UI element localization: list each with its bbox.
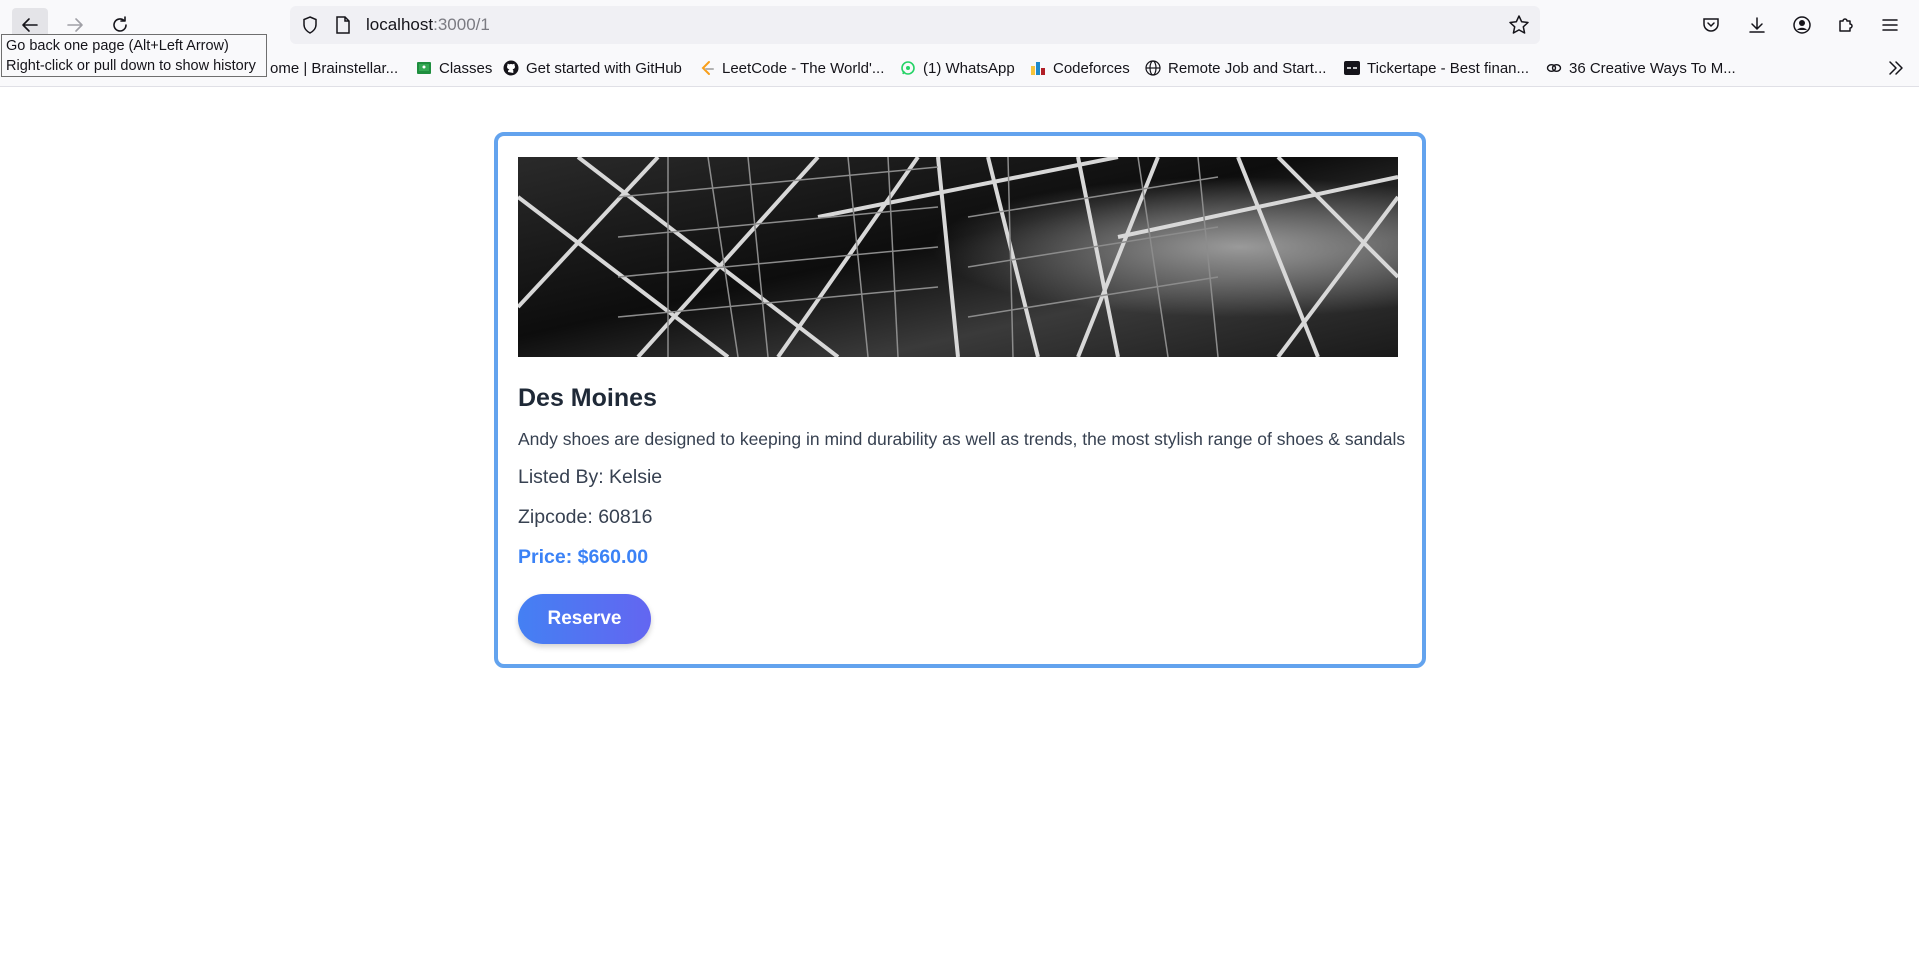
listed-by: Listed By: Kelsie xyxy=(518,466,663,488)
listing-title: Des Moines xyxy=(518,384,657,412)
url-bar[interactable]: localhost:3000/1 xyxy=(290,6,1540,44)
downloads-button[interactable] xyxy=(1740,8,1774,42)
bookmark-star-icon[interactable] xyxy=(1508,14,1530,36)
whatsapp-icon xyxy=(901,61,915,75)
account-icon xyxy=(1793,16,1811,34)
arrow-right-icon xyxy=(67,18,83,32)
listing-price: Price: $660.00 xyxy=(518,546,649,568)
bookmark-label: 36 Creative Ways To M... xyxy=(1569,59,1736,77)
back-button-tooltip: Go back one page (Alt+Left Arrow) Right-… xyxy=(1,34,267,77)
account-button[interactable] xyxy=(1785,8,1819,42)
bookmark-codeforces[interactable]: Codeforces xyxy=(1030,58,1130,78)
bookmark-label: Classes xyxy=(439,59,493,77)
bookmark-label: Get started with GitHub xyxy=(526,59,682,77)
bookmark-label: Tickertape - Best finan... xyxy=(1367,59,1530,77)
bookmark-label: LeetCode - The World'... xyxy=(722,59,885,77)
tooltip-line-1: Go back one page (Alt+Left Arrow) xyxy=(6,38,229,54)
browser-toolbar: localhost:3000/1 xyxy=(0,0,1919,50)
github-icon xyxy=(503,60,519,76)
url-text[interactable]: localhost:3000/1 xyxy=(366,15,490,35)
bookmark-classes[interactable]: Classes xyxy=(416,58,492,78)
extensions-button[interactable] xyxy=(1829,8,1863,42)
bookmarks-bar: ome | Brainstellar... Classes Get starte… xyxy=(0,50,1919,87)
bookmark-label: Remote Job and Start... xyxy=(1168,59,1327,77)
menu-button[interactable] xyxy=(1873,8,1907,42)
building-photo xyxy=(518,157,1398,357)
hamburger-menu-icon xyxy=(1882,19,1898,31)
link-icon xyxy=(1546,63,1562,72)
bookmark-brainstellar[interactable]: ome | Brainstellar... xyxy=(270,58,398,78)
tooltip-line-2: Right-click or pull down to show history xyxy=(6,58,256,74)
zipcode: Zipcode: 60816 xyxy=(518,506,653,528)
page-icon xyxy=(336,16,350,34)
puzzle-icon xyxy=(1839,18,1853,32)
bookmark-creative-ways[interactable]: 36 Creative Ways To M... xyxy=(1546,58,1736,78)
chevron-double-right-icon[interactable] xyxy=(1887,59,1905,77)
arrow-left-icon xyxy=(22,18,38,32)
pocket-button[interactable] xyxy=(1694,8,1728,42)
reserve-button[interactable]: Reserve xyxy=(518,594,651,644)
listing-image xyxy=(518,157,1398,357)
leetcode-icon xyxy=(701,61,714,75)
bookmark-tickertape[interactable]: Tickertape - Best finan... xyxy=(1344,58,1529,78)
listing-card: Des Moines Andy shoes are designed to ke… xyxy=(494,132,1426,668)
bookmark-label: (1) WhatsApp xyxy=(923,59,1015,77)
bookmark-github[interactable]: Get started with GitHub xyxy=(503,58,682,78)
codeforces-icon xyxy=(1031,62,1045,75)
url-host: localhost xyxy=(366,15,434,34)
globe-icon xyxy=(1145,60,1161,76)
bookmark-whatsapp[interactable]: (1) WhatsApp xyxy=(900,58,1015,78)
bookmark-remote-job[interactable]: Remote Job and Start... xyxy=(1145,58,1326,78)
google-classroom-icon xyxy=(417,62,431,74)
bookmark-label: ome | Brainstellar... xyxy=(270,59,399,77)
bookmark-label: Codeforces xyxy=(1053,59,1130,77)
tickertape-icon xyxy=(1344,61,1360,75)
reload-icon xyxy=(113,16,127,32)
shield-icon[interactable] xyxy=(300,15,320,35)
pocket-icon xyxy=(1703,18,1719,32)
listing-description: Andy shoes are designed to keeping in mi… xyxy=(518,429,1406,449)
url-path: :3000/1 xyxy=(433,15,490,34)
download-icon xyxy=(1749,17,1765,33)
bookmark-leetcode[interactable]: LeetCode - The World'... xyxy=(699,58,884,78)
